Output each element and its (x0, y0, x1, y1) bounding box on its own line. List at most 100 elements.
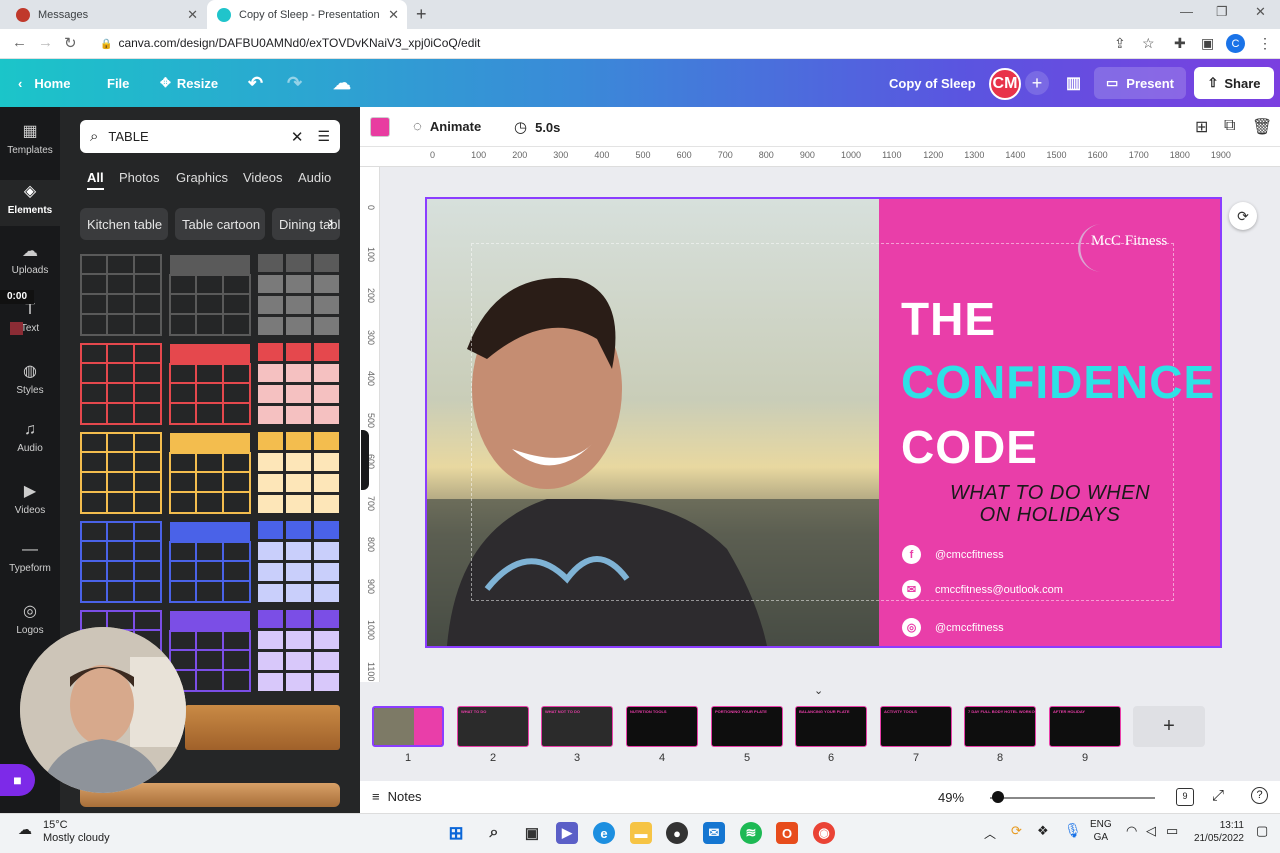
undo-icon[interactable]: ↶ (248, 59, 263, 107)
rail-logos[interactable]: ◎ Logos (0, 601, 60, 636)
github-icon[interactable]: ● (666, 822, 688, 844)
windows-start-icon[interactable]: ⊞ (445, 822, 467, 844)
slide-title-line[interactable]: THE (901, 292, 996, 346)
duration-button[interactable]: ◷ 5.0s (514, 118, 560, 136)
suggestion-chip[interactable]: Kitchen table (80, 208, 168, 240)
background-color-swatch[interactable] (370, 117, 390, 137)
trash-icon[interactable]: 🗑 (1252, 117, 1272, 137)
dropbox-icon[interactable]: ❖ (1037, 823, 1049, 839)
close-icon[interactable]: ✕ (187, 7, 198, 23)
page-thumbnail[interactable]: PORTIONING YOUR PLATE (711, 706, 783, 747)
rail-typeform[interactable]: — Typeform (0, 541, 60, 574)
tab-videos[interactable]: Videos (243, 170, 283, 185)
comment-refresh-icon[interactable]: ⟳ (1229, 202, 1257, 230)
rail-elements[interactable]: ◈ Elements (0, 180, 60, 226)
maximize-icon[interactable]: ❐ (1216, 4, 1228, 20)
forward-icon[interactable]: → (38, 34, 53, 51)
rail-templates[interactable]: ▦ Templates (0, 121, 60, 156)
teams-chat-icon[interactable]: ▶ (556, 822, 578, 844)
page-thumbnail[interactable]: 7 DAY FULL BODY HOTEL WORKOUT (964, 706, 1036, 747)
add-page-icon[interactable]: ⊞ (1195, 117, 1208, 137)
chrome-icon[interactable]: ◉ (813, 822, 835, 844)
extensions-icon[interactable]: ✚ (1174, 35, 1186, 52)
share-page-icon[interactable]: ⇪ (1114, 35, 1126, 52)
task-view-icon[interactable]: ▣ (521, 822, 543, 844)
rail-audio[interactable]: ♫ Audio (0, 421, 60, 454)
microphone-icon[interactable]: 🎙 (1064, 822, 1082, 839)
panel-collapse-handle[interactable] (361, 430, 369, 490)
tab-presentation[interactable]: Copy of Sleep - Presentation ✕ (207, 0, 407, 29)
table-template[interactable] (169, 610, 251, 692)
analytics-icon[interactable]: ▥ (1066, 59, 1081, 107)
contact-facebook[interactable]: f @cmccfitness (902, 545, 1004, 564)
search-input[interactable]: ⌕ TABLE ✕ ☰ (80, 120, 340, 153)
notes-button[interactable]: ≡ Notes (372, 789, 422, 804)
table-template[interactable] (169, 343, 251, 425)
table-template[interactable] (80, 254, 162, 336)
zoom-slider[interactable] (990, 797, 1155, 799)
page-thumbnail[interactable]: WHAT NOT TO DO (541, 706, 613, 747)
slide-title-line[interactable]: CODE (901, 420, 1038, 474)
webcam-bubble[interactable] (20, 627, 186, 793)
zoom-level[interactable]: 49% (938, 790, 964, 805)
close-icon[interactable]: ✕ (388, 7, 399, 23)
menu-kebab-icon[interactable]: ⋮ (1258, 35, 1272, 52)
new-tab-icon[interactable]: + (416, 4, 427, 25)
tab-messages[interactable]: Messages ✕ (6, 0, 206, 29)
tab-photos[interactable]: Photos (119, 170, 159, 185)
tray-app-icon[interactable]: ⟳ (1011, 823, 1022, 839)
resize-button[interactable]: ✥ Resize (160, 59, 218, 107)
table-template[interactable] (258, 343, 340, 425)
edge-icon[interactable]: e (593, 822, 615, 844)
present-button[interactable]: ▭ Present (1094, 67, 1186, 99)
record-stop-icon[interactable] (10, 322, 23, 335)
table-template[interactable] (258, 432, 340, 514)
suggestion-chip[interactable]: Table cartoon (175, 208, 265, 240)
bookmark-star-icon[interactable]: ☆ (1142, 35, 1155, 52)
slide-subtitle[interactable]: WHAT TO DO WHEN ON HOLIDAYS (925, 482, 1175, 526)
table-template[interactable] (169, 254, 251, 336)
add-page-button[interactable]: + (1133, 706, 1205, 747)
weather-widget[interactable]: ☁ 15°C Mostly cloudy (18, 819, 110, 845)
camera-button[interactable]: ■ (0, 764, 35, 796)
wifi-icon[interactable]: ◠ (1126, 823, 1137, 839)
contact-instagram[interactable]: ◎ @cmccfitness (902, 618, 1004, 637)
search-icon[interactable]: ⌕ (483, 822, 505, 844)
document-title[interactable]: Copy of Sleep (889, 59, 976, 107)
system-clock[interactable]: 13:11 21/05/2022 (1188, 819, 1244, 845)
table-template[interactable] (258, 610, 340, 692)
filter-icon[interactable]: ☰ (317, 128, 330, 145)
table-template[interactable] (80, 521, 162, 603)
page-thumbnail[interactable]: BALANCING YOUR PLATE (795, 706, 867, 747)
cloud-saved-icon[interactable]: ☁ (333, 59, 351, 107)
add-collaborator-icon[interactable]: + (1025, 71, 1049, 95)
rail-text[interactable]: T Text (0, 301, 60, 334)
page-thumbnail[interactable]: WHAT TO DO (457, 706, 529, 747)
minimize-icon[interactable]: — (1180, 4, 1193, 19)
help-icon[interactable]: ? (1251, 787, 1268, 804)
file-menu-button[interactable]: File (107, 59, 129, 107)
spotify-icon[interactable]: ≋ (740, 822, 762, 844)
chevron-right-icon[interactable]: › (328, 214, 333, 232)
home-button[interactable]: ‹ Home (18, 59, 70, 107)
window-close-icon[interactable]: ✕ (1255, 4, 1266, 20)
table-template[interactable] (80, 432, 162, 514)
page-thumbnail[interactable]: ACTIVITY TOOLS (880, 706, 952, 747)
page-count-button[interactable]: 9 (1176, 788, 1194, 806)
slide-title-line[interactable]: CONFIDENCE (901, 355, 1215, 409)
collaborator-avatar[interactable]: CM (989, 68, 1021, 100)
page-thumbnail[interactable]: AFTER HOLIDAY (1049, 706, 1121, 747)
office-icon[interactable]: O (776, 822, 798, 844)
tab-all[interactable]: All (87, 170, 104, 185)
url-field[interactable]: 🔒 canva.com/design/DAFBU0AMNd0/exTOVDvKNa… (100, 36, 480, 50)
fullscreen-icon[interactable]: ⤢ (1212, 787, 1224, 804)
reload-icon[interactable]: ↻ (64, 34, 77, 52)
file-explorer-icon[interactable]: ▬ (630, 822, 652, 844)
volume-icon[interactable]: ◁ (1146, 823, 1156, 839)
contact-email[interactable]: ✉ cmccfitness@outlook.com (902, 580, 1063, 599)
duplicate-page-icon[interactable]: ⧉ (1224, 117, 1235, 135)
redo-icon[interactable]: ↷ (287, 59, 302, 107)
animate-button[interactable]: ◌ Animate (413, 118, 481, 135)
language-indicator[interactable]: ENG GA (1090, 818, 1112, 844)
table-template[interactable] (258, 521, 340, 603)
